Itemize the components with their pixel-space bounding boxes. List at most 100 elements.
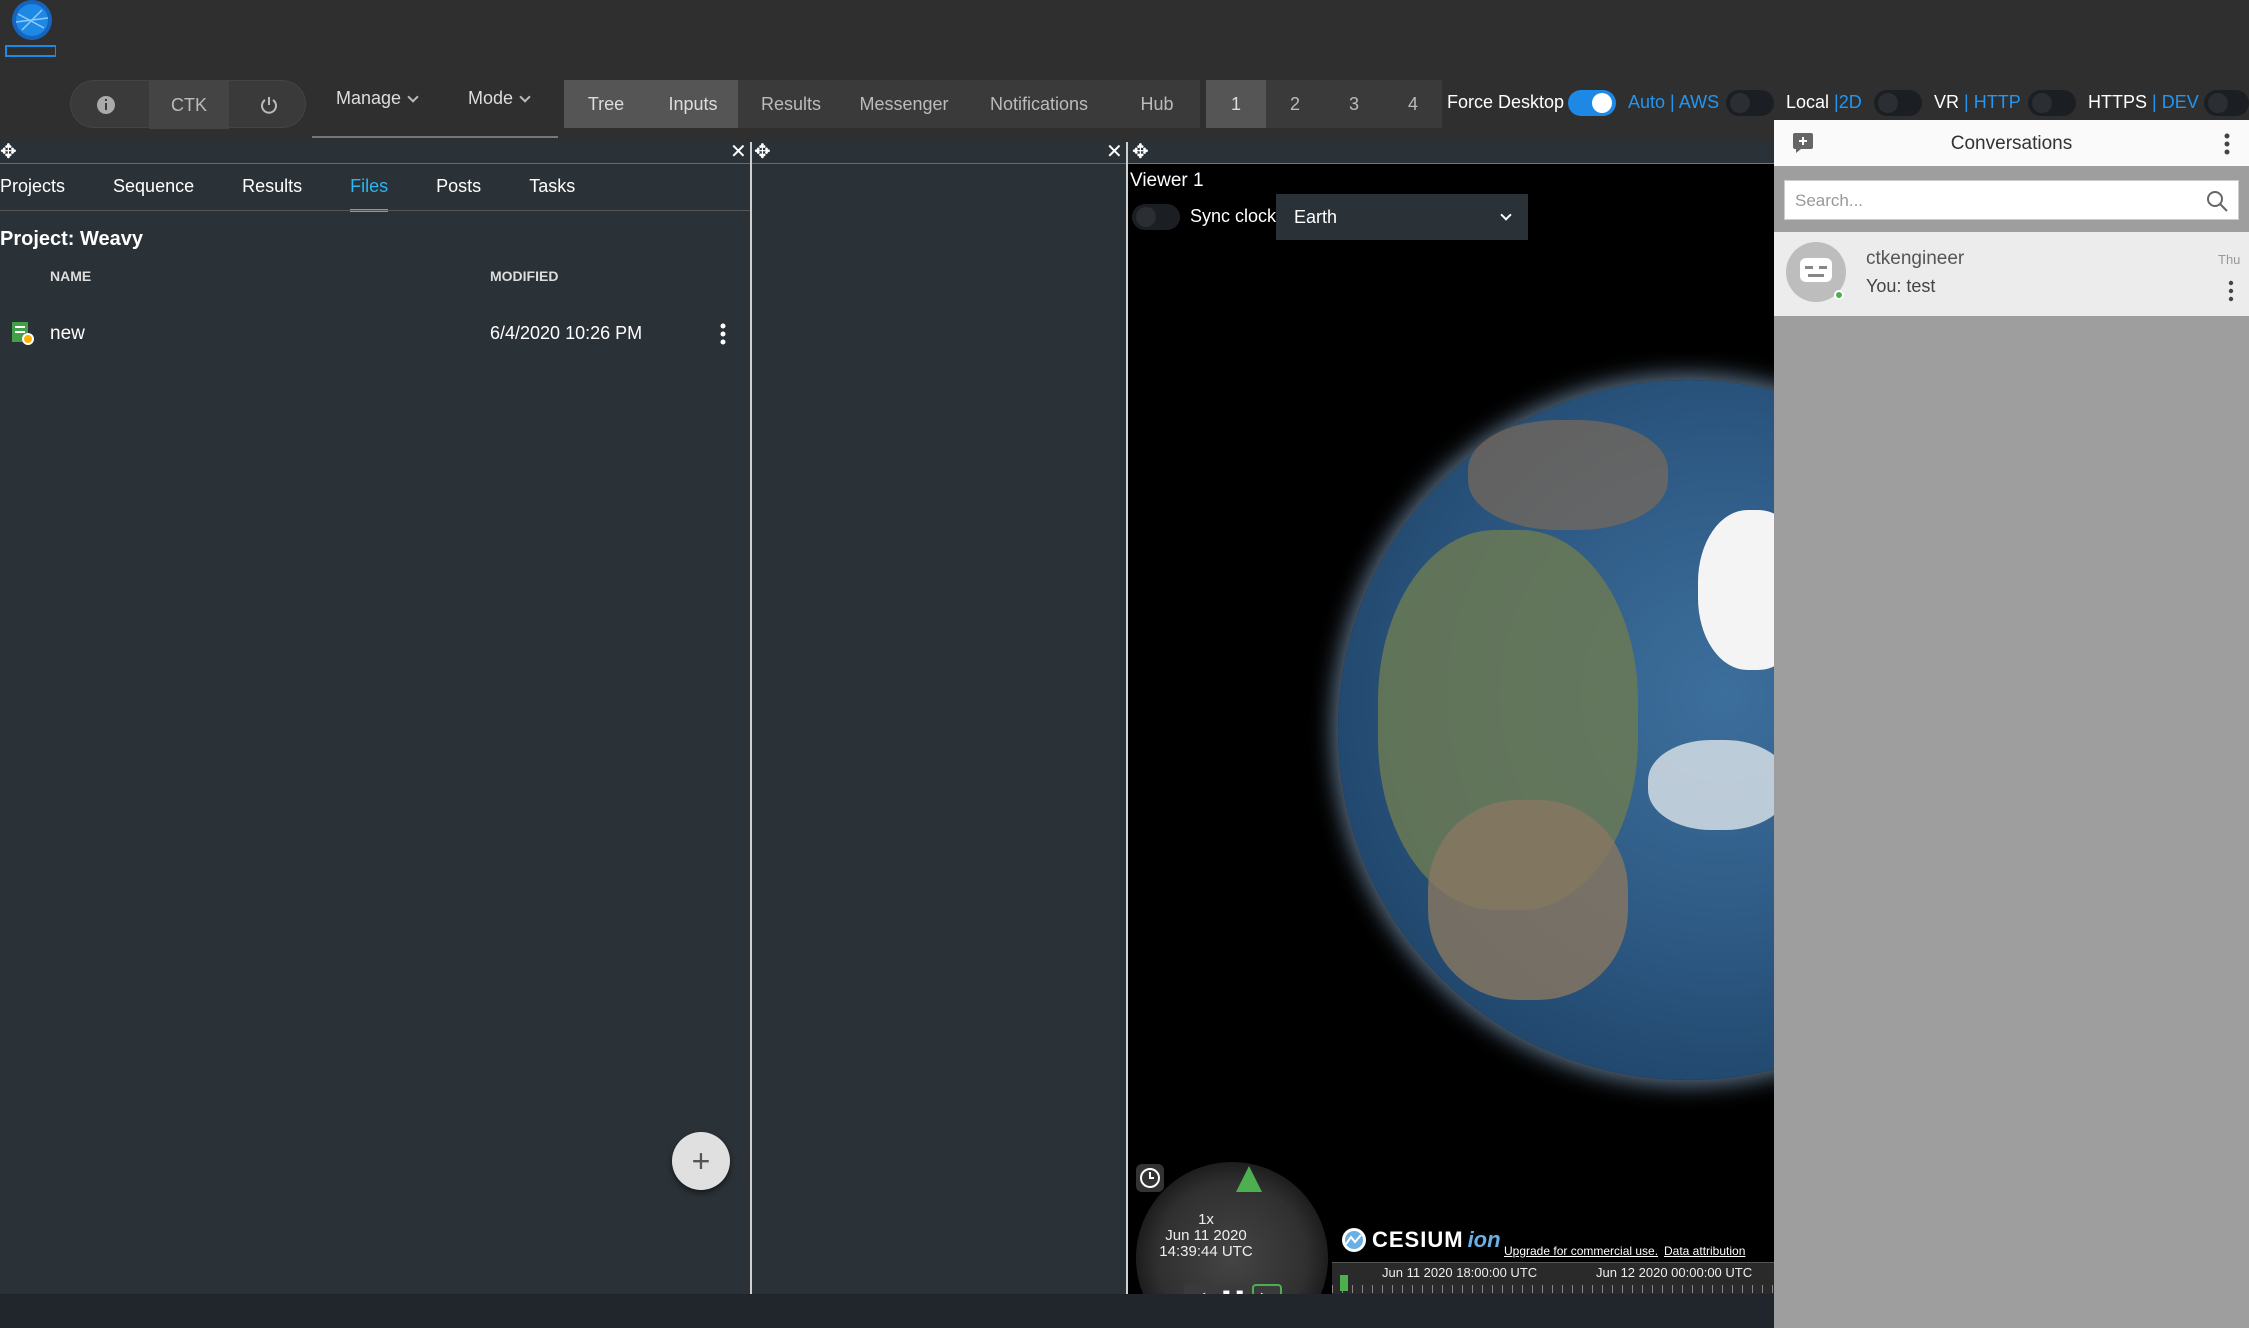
auto-aws-toggle[interactable]	[1726, 90, 1774, 116]
tab-results[interactable]: Results	[738, 80, 844, 128]
https-dev-toggle[interactable]	[2204, 90, 2249, 116]
more-vert-icon[interactable]	[718, 322, 728, 346]
data-attribution-link[interactable]: Data attribution	[1664, 1244, 1745, 1258]
conversation-preview: You: test	[1866, 276, 1936, 296]
subtab-files[interactable]: Files	[350, 176, 389, 212]
layout-tabs: 1 2 3 4	[1206, 80, 1442, 128]
conversation-name: ctkengineer	[1866, 248, 1965, 269]
subtab-projects[interactable]: Projects	[0, 176, 65, 212]
panel-toolbar: ✥ ✕	[752, 142, 1128, 164]
info-icon	[97, 96, 115, 114]
avatar	[1786, 242, 1846, 302]
more-vert-icon[interactable]	[2222, 132, 2232, 156]
upgrade-link[interactable]: Upgrade for commercial use.	[1504, 1244, 1658, 1258]
add-file-button[interactable]: +	[672, 1132, 730, 1190]
conversations-panel: Conversations Search... ctkengineer You:…	[1774, 120, 2249, 1328]
power-button[interactable]	[241, 81, 297, 129]
clock-icon[interactable]	[1136, 1164, 1164, 1192]
search-icon[interactable]	[2205, 189, 2229, 213]
shuttle-ring-icon[interactable]	[1236, 1166, 1262, 1196]
file-icon	[12, 322, 34, 345]
subtab-posts[interactable]: Posts	[436, 176, 481, 212]
subtab-tasks[interactable]: Tasks	[529, 176, 575, 212]
force-desktop-toggle[interactable]	[1568, 90, 1616, 116]
table-row[interactable]: new 6/4/2020 10:26 PM	[0, 310, 750, 356]
column-header-modified: MODIFIED	[490, 268, 559, 284]
pause-button[interactable]: ❚❚	[1218, 1284, 1248, 1294]
close-icon[interactable]: ✕	[730, 142, 747, 162]
manage-menu[interactable]: Manage	[336, 88, 419, 109]
cesium-icon	[1342, 1228, 1366, 1252]
files-panel: ✥ ✕ Projects Sequence Results Files Post…	[0, 142, 750, 1294]
tab-inputs[interactable]: Inputs	[648, 80, 738, 128]
chevron-down-icon	[407, 90, 419, 103]
play-button[interactable]: ▶	[1252, 1284, 1282, 1294]
move-icon[interactable]: ✥	[754, 142, 771, 162]
power-icon	[261, 97, 277, 114]
globe[interactable]	[1338, 380, 1774, 1080]
vr-http-label: VR | HTTP	[1934, 92, 2021, 112]
conversations-header: Conversations	[1774, 120, 2249, 166]
layout-tab-3[interactable]: 3	[1324, 80, 1384, 128]
mode-menu[interactable]: Mode	[468, 88, 531, 109]
timeline-label: Jun 12 2020 00:00:00 UTC	[1596, 1265, 1753, 1280]
info-button[interactable]	[81, 81, 131, 129]
timeline-needle[interactable]	[1340, 1275, 1348, 1291]
app-logo	[5, 0, 56, 57]
tab-messenger[interactable]: Messenger	[844, 80, 964, 128]
close-icon[interactable]: ✕	[1106, 142, 1123, 162]
sync-clock-toggle[interactable]	[1132, 204, 1180, 230]
conversation-item[interactable]: ctkengineer You: test Thu	[1774, 232, 2249, 316]
more-vert-icon[interactable]	[2226, 280, 2236, 302]
auto-aws-label: Auto | AWS	[1628, 92, 1720, 112]
https-dev-label: HTTPS | DEV	[2088, 92, 2199, 112]
status-bar	[0, 1294, 1774, 1328]
subtab-sequence[interactable]: Sequence	[113, 176, 194, 212]
cesium-logo[interactable]: CESIUM ion	[1340, 1226, 1501, 1254]
panel-toolbar: ✥ ✕	[0, 142, 750, 164]
conversation-time: Thu	[2218, 252, 2241, 267]
body-select[interactable]: Earth	[1276, 194, 1528, 240]
play-reverse-button[interactable]: ◀	[1184, 1284, 1214, 1294]
online-status-dot	[1834, 290, 1844, 300]
tab-hub[interactable]: Hub	[1114, 80, 1200, 128]
chevron-down-icon	[1500, 209, 1512, 221]
move-icon[interactable]: ✥	[0, 142, 17, 162]
tab-notifications[interactable]: Notifications	[964, 80, 1114, 128]
search-input[interactable]: Search...	[1784, 180, 2239, 220]
chevron-down-icon	[519, 90, 531, 103]
vr-http-toggle[interactable]	[2028, 90, 2076, 116]
force-desktop-label: Force Desktop	[1447, 92, 1565, 112]
panel-subtabs: Projects Sequence Results Files Posts Ta…	[0, 176, 623, 212]
subtab-divider	[0, 210, 750, 211]
column-header-name: NAME	[50, 268, 92, 284]
ctk-pill-group: CTK	[70, 80, 306, 129]
timeline-ticks	[1332, 1285, 1774, 1293]
layout-tab-2[interactable]: 2	[1266, 80, 1324, 128]
empty-panel: ✥ ✕	[752, 142, 1128, 1294]
timeline-label: Jun 11 2020 18:00:00 UTC	[1382, 1265, 1538, 1280]
file-modified: 6/4/2020 10:26 PM	[490, 323, 643, 343]
menu-underline	[312, 136, 558, 138]
local-2d-toggle[interactable]	[1874, 90, 1922, 116]
cesium-viewer[interactable]: ✥ Viewer 1 Sync clock Earth 1x Jun 11 20…	[1128, 142, 1774, 1294]
nav-tabs: Tree Inputs Results Messenger Notificati…	[564, 80, 1200, 128]
sync-clock-label: Sync clock	[1190, 206, 1277, 226]
tab-tree[interactable]: Tree	[564, 80, 648, 128]
timeline[interactable]: Jun 11 2020 18:00:00 UTC Jun 12 2020 00:…	[1332, 1262, 1774, 1294]
clock-readout: 1x Jun 11 2020 14:39:44 UTC	[1159, 1211, 1253, 1260]
layout-tab-1[interactable]: 1	[1206, 80, 1266, 128]
subtab-results[interactable]: Results	[242, 176, 302, 212]
search-placeholder: Search...	[1795, 191, 1864, 210]
ctk-button[interactable]: CTK	[149, 81, 229, 129]
layout-tab-4[interactable]: 4	[1384, 80, 1442, 128]
file-name: new	[50, 323, 85, 344]
conversations-title: Conversations	[1950, 133, 2073, 154]
project-title: Project: Weavy	[0, 228, 144, 250]
animation-widget[interactable]: 1x Jun 11 2020 14:39:44 UTC ◀ ❚❚ ▶	[1136, 1162, 1328, 1294]
viewer-title: Viewer 1	[1130, 170, 1204, 191]
local-2d-label: Local |2D	[1786, 92, 1862, 112]
robot-avatar-icon	[1800, 258, 1832, 282]
move-icon[interactable]: ✥	[1132, 142, 1149, 162]
panel-toolbar: ✥	[1128, 142, 1774, 164]
